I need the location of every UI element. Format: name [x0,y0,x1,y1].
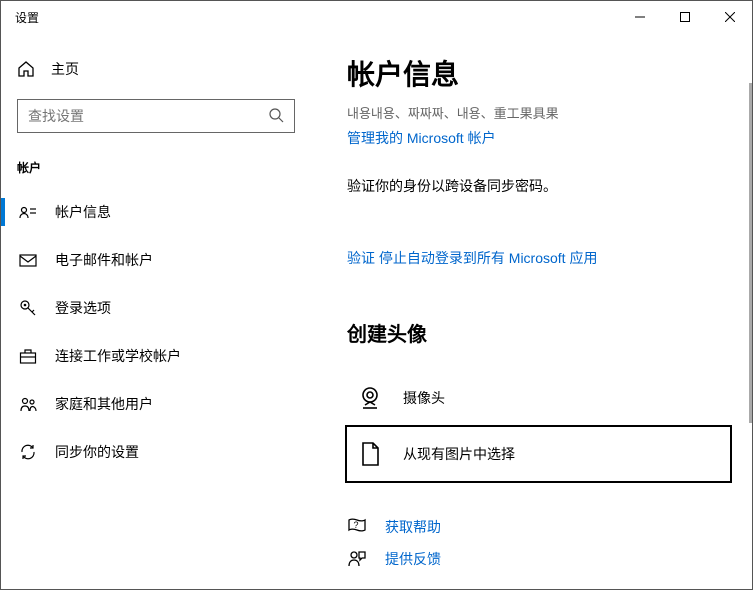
sidebar-item-label: 连接工作或学校帐户 [55,346,181,366]
window-title: 设置 [15,9,617,26]
truncated-info-text: 내용내용、짜짜짜、내용、重工果具果 [347,103,732,122]
search-icon [268,107,284,126]
get-help-link[interactable]: 获取帮助 [385,517,441,537]
sidebar-item-family[interactable]: 家庭和其他用户 [1,382,311,426]
person-card-icon [19,203,37,221]
sync-icon [19,443,37,461]
help-icon: ? [347,517,367,537]
minimize-button[interactable] [617,1,662,33]
home-icon [17,60,35,78]
minimize-icon [635,12,645,22]
close-icon [725,12,735,22]
sidebar-item-account-info[interactable]: 帐户信息 [1,190,311,234]
sidebar-item-email[interactable]: 电子邮件和帐户 [1,238,311,282]
search-box[interactable] [17,99,295,133]
main-panel: 帐户信息 내용내용、짜짜짜、내용、重工果具果 管理我的 Microsoft 帐户… [311,33,752,589]
verify-description: 验证你的身份以跨设备同步密码。 [347,176,732,196]
search-input[interactable] [28,108,268,124]
key-icon [19,299,37,317]
sidebar-item-label: 家庭和其他用户 [55,394,153,414]
get-help-row[interactable]: ? 获取帮助 [347,511,732,543]
sidebar-item-label: 帐户信息 [55,202,111,222]
sidebar-item-label: 同步你的设置 [55,442,139,462]
feedback-icon [347,549,367,569]
maximize-button[interactable] [662,1,707,33]
scrollbar[interactable] [748,33,752,589]
feedback-link[interactable]: 提供反馈 [385,549,441,569]
avatar-camera-option[interactable]: 摄像头 [347,371,732,425]
page-title: 帐户信息 [347,53,732,93]
sidebar-item-label: 登录选项 [55,298,111,318]
people-icon [19,395,37,413]
file-icon [357,441,383,467]
close-button[interactable] [707,1,752,33]
feedback-row[interactable]: 提供反馈 [347,543,732,575]
sidebar-item-label: 电子邮件和帐户 [55,250,153,270]
home-label: 主页 [51,59,79,79]
avatar-camera-label: 摄像头 [403,388,445,408]
sidebar-item-work-school[interactable]: 连接工作或学校帐户 [1,334,311,378]
avatar-browse-label: 从现有图片中选择 [403,444,515,464]
maximize-icon [680,12,690,22]
svg-text:?: ? [353,520,358,530]
avatar-browse-option[interactable]: 从现有图片中选择 [345,425,732,483]
stop-auto-signin-link[interactable]: 停止自动登录到所有 Microsoft 应用 [379,248,598,268]
window-controls [617,1,752,33]
sidebar-section-label: 帐户 [1,151,311,190]
manage-microsoft-account-link[interactable]: 管理我的 Microsoft 帐户 [347,130,496,146]
scrollbar-thumb[interactable] [749,83,752,423]
briefcase-icon [19,347,37,365]
sidebar-item-signin-options[interactable]: 登录选项 [1,286,311,330]
titlebar: 设置 [1,1,752,33]
home-nav[interactable]: 主页 [1,49,311,89]
verify-link[interactable]: 验证 [347,248,375,268]
sidebar-item-sync[interactable]: 同步你的设置 [1,430,311,474]
sidebar: 主页 帐户 帐户信息 电子邮件和帐户 登录选项 [1,33,311,589]
create-avatar-heading: 创建头像 [347,318,732,347]
mail-icon [19,251,37,269]
camera-icon [357,385,383,411]
